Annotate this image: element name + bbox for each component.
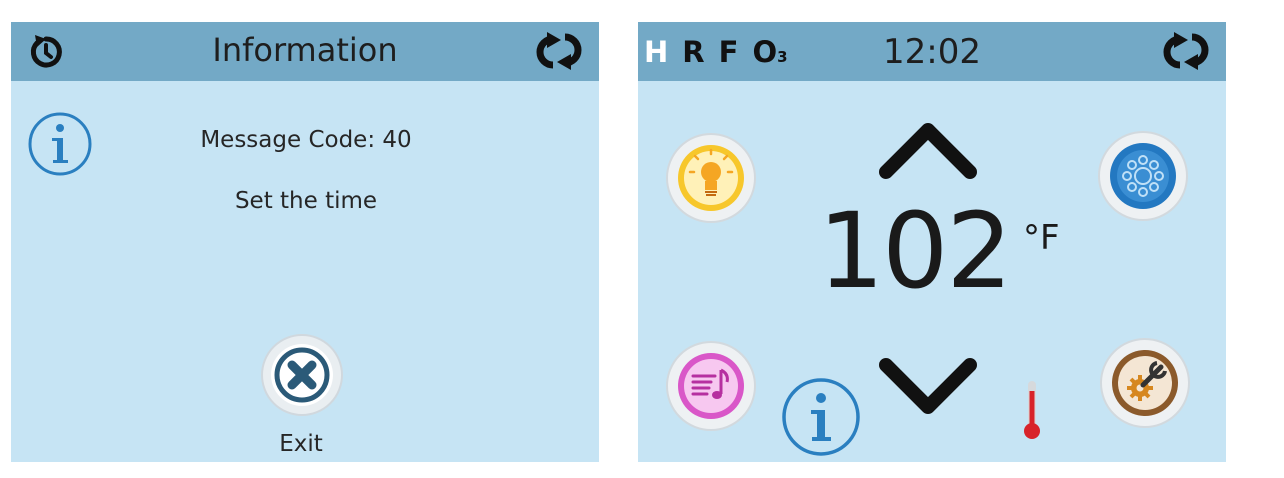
- exit-button[interactable]: [260, 333, 344, 417]
- up-arrow-icon[interactable]: [878, 120, 978, 184]
- exit-label: Exit: [279, 431, 323, 457]
- temperature-unit: °F: [1023, 218, 1060, 258]
- settings-button[interactable]: [1099, 337, 1191, 429]
- message-code: Message Code: 40: [200, 127, 412, 153]
- info-icon: [26, 110, 94, 178]
- jets-icon: [1117, 150, 1169, 202]
- refresh-icon[interactable]: [531, 30, 587, 76]
- refresh-icon[interactable]: [1158, 30, 1214, 76]
- info-icon[interactable]: [780, 376, 862, 462]
- down-arrow-icon[interactable]: [878, 357, 978, 421]
- music-button[interactable]: [665, 340, 757, 432]
- page-title: Information: [212, 31, 398, 69]
- thermometer-icon: [1021, 379, 1043, 445]
- light-button[interactable]: [665, 132, 757, 224]
- home-screen: H R F O3 12:02 102 °F: [638, 22, 1226, 462]
- message-text: Set the time: [234, 188, 378, 214]
- home-top-bar: H R F O3 12:02: [638, 22, 1226, 81]
- temperature-value: 102: [818, 190, 1013, 312]
- information-screen: Information Message Code: 40 Set the tim…: [11, 22, 599, 462]
- info-top-bar: Information: [11, 22, 599, 81]
- clock[interactable]: 12:02: [638, 32, 1226, 72]
- jets-button[interactable]: [1097, 130, 1189, 222]
